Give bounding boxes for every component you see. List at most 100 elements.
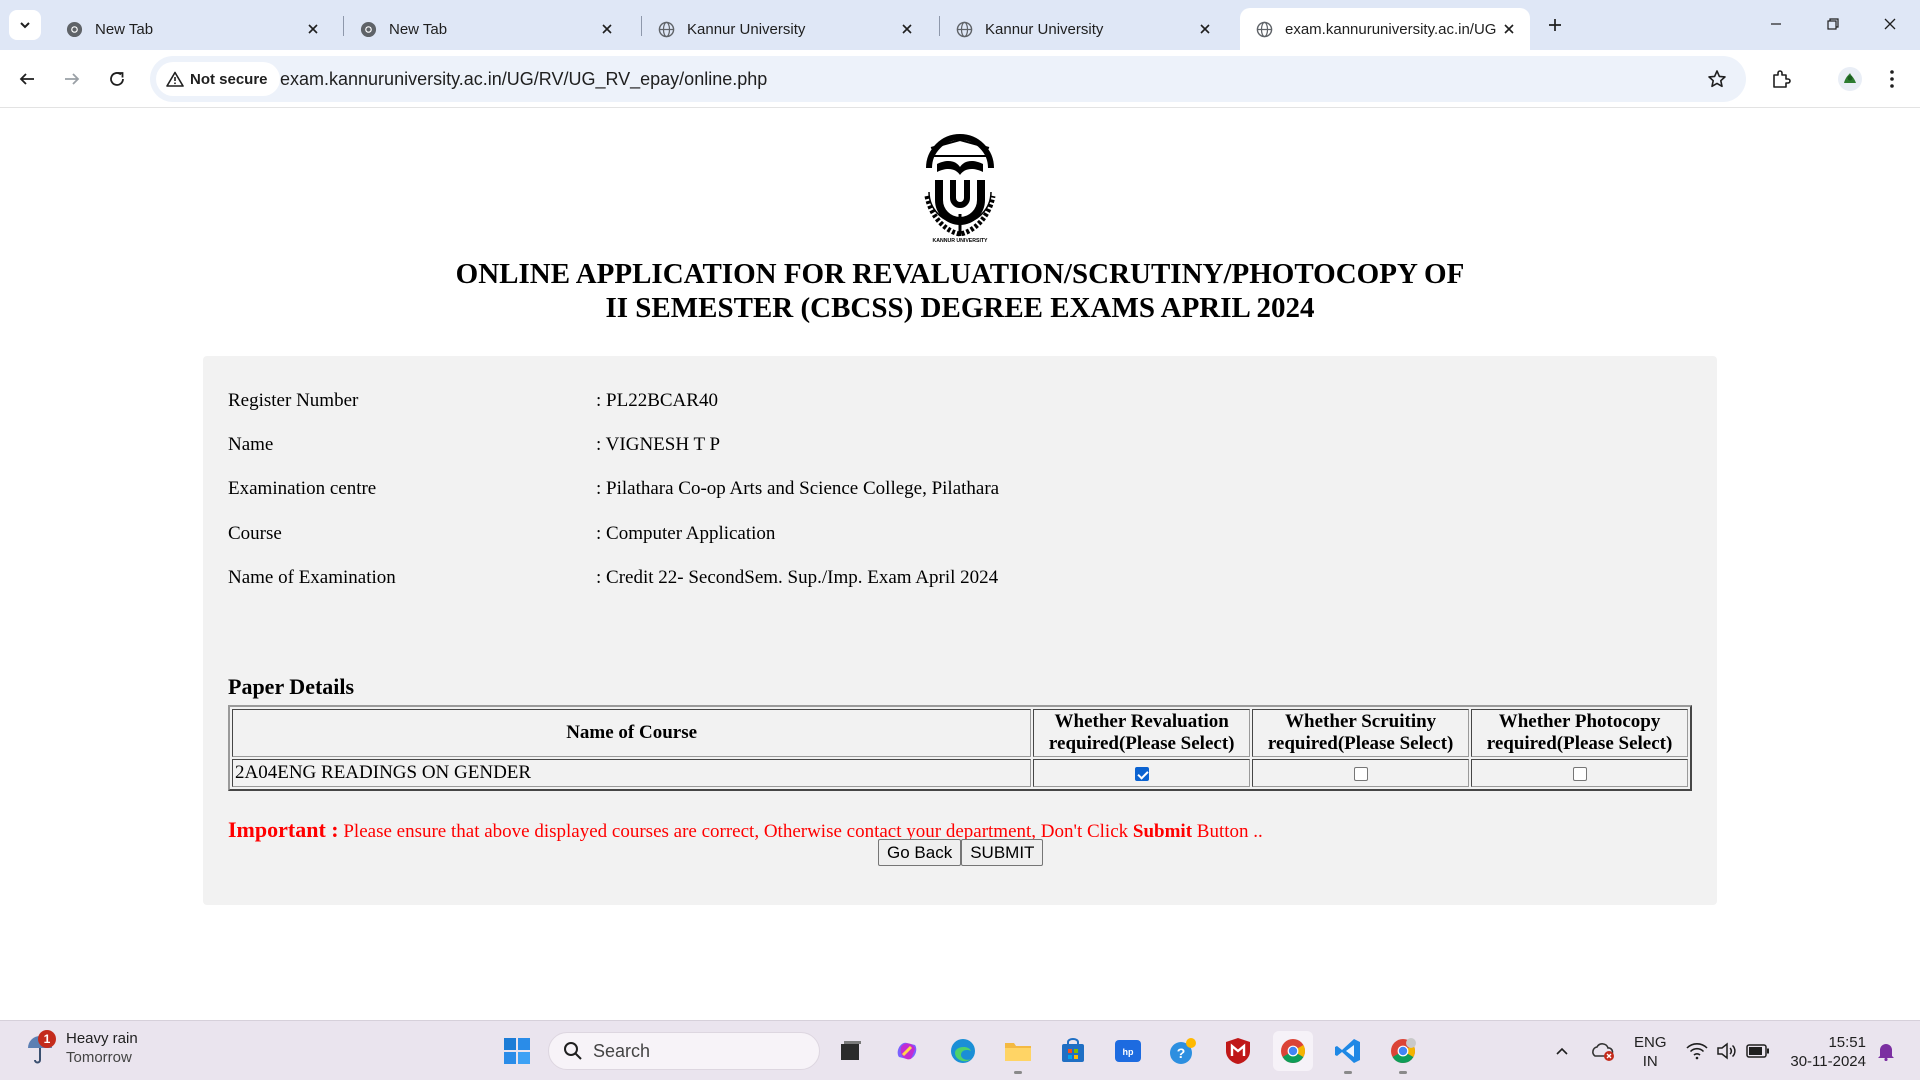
close-tab-button[interactable]	[598, 20, 616, 38]
tab-kannur-university-1[interactable]: Kannur University	[642, 8, 928, 50]
form-button-row: Go Back SUBMIT	[878, 839, 1044, 866]
address-bar[interactable]: Not secure exam.kannuruniversity.ac.in/U…	[150, 56, 1746, 102]
chrome-icon	[1281, 1039, 1305, 1064]
input-language-indicator[interactable]: ENG IN	[1634, 1033, 1667, 1071]
kannur-university-logo: KANNUR UNIVERSITY	[917, 134, 1003, 246]
search-icon	[564, 1042, 582, 1060]
folder-icon	[1005, 1043, 1031, 1061]
name-label: Name	[228, 434, 274, 455]
browser-menu-button[interactable]	[1876, 63, 1908, 95]
name-of-examination-value: : Credit 22- SecondSem. Sup./Imp. Exam A…	[596, 567, 999, 588]
go-back-button[interactable]: Go Back	[878, 839, 962, 866]
close-icon	[1884, 18, 1896, 30]
paper-details-heading: Paper Details	[228, 674, 355, 699]
important-submit-word: Submit	[1132, 821, 1193, 842]
close-tab-button[interactable]	[1500, 20, 1518, 38]
site-security-chip[interactable]: Not secure	[156, 62, 280, 96]
close-tab-button[interactable]	[304, 20, 322, 38]
edge-icon	[951, 1039, 975, 1063]
globe-icon	[1256, 21, 1273, 37]
copilot-button[interactable]	[887, 1031, 927, 1071]
svg-text:hp: hp	[1123, 1047, 1134, 1057]
extensions-button[interactable]	[1765, 63, 1797, 95]
region-code: IN	[1642, 1053, 1658, 1070]
clock-date: 30-11-2024	[1790, 1053, 1866, 1070]
tab-title: exam.kannuruniversity.ac.in/UG	[1285, 20, 1497, 38]
close-icon	[902, 24, 912, 34]
mcafee-button[interactable]	[1218, 1031, 1258, 1071]
close-icon	[602, 24, 612, 34]
restore-window-button[interactable]	[1813, 8, 1853, 40]
task-view-button[interactable]	[831, 1031, 871, 1071]
tab-new-tab-1[interactable]: New Tab	[50, 8, 334, 50]
microsoft-store-button[interactable]	[1053, 1031, 1093, 1071]
taskbar-search[interactable]: Search	[548, 1032, 820, 1070]
table-row: 2A04ENG READINGS ON GENDER	[232, 759, 1688, 787]
globe-icon	[658, 21, 675, 37]
close-tab-button[interactable]	[1196, 20, 1214, 38]
show-hidden-icons-button[interactable]	[1542, 1031, 1582, 1071]
submit-button[interactable]: SUBMIT	[961, 839, 1044, 866]
search-placeholder: Search	[593, 1040, 651, 1061]
page-title-line-1: ONLINE APPLICATION FOR REVALUATION/SCRUT…	[455, 258, 1465, 290]
file-explorer-button[interactable]	[998, 1031, 1038, 1074]
revaluation-checkbox[interactable]	[1134, 766, 1149, 781]
profile-avatar-button[interactable]	[1834, 63, 1866, 95]
tab-search-button[interactable]	[9, 10, 41, 40]
back-button[interactable]	[11, 63, 43, 95]
myhp-button[interactable]: hp	[1108, 1031, 1148, 1071]
reload-icon	[110, 72, 124, 86]
vscode-button[interactable]	[1328, 1031, 1368, 1074]
plus-icon	[1549, 19, 1561, 31]
close-window-button[interactable]	[1870, 8, 1910, 40]
application-form: Register Number : PL22BCAR40 Name : VIGN…	[203, 356, 1717, 905]
column-header-photocopy: Whether Photocopy required(Please Select…	[1471, 709, 1688, 757]
tab-title: Kannur University	[687, 20, 806, 38]
bookmark-button[interactable]	[1702, 64, 1732, 94]
column-header-revaluation: Whether Revaluation required(Please Sele…	[1033, 709, 1251, 757]
rain-umbrella-icon: 1	[22, 1030, 58, 1066]
photocopy-checkbox[interactable]	[1572, 766, 1587, 781]
examination-centre-label: Examination centre	[228, 478, 377, 499]
more-vertical-icon	[1890, 70, 1894, 88]
puzzle-icon	[1773, 70, 1791, 88]
examination-centre-value: : Pilathara Co-op Arts and Science Colle…	[596, 478, 1000, 499]
course-value: : Computer Application	[596, 523, 776, 544]
minimize-window-button[interactable]	[1756, 8, 1796, 40]
start-button[interactable]	[497, 1031, 537, 1071]
forward-button[interactable]	[56, 63, 88, 95]
url-text[interactable]: exam.kannuruniversity.ac.in/UG/RV/UG_RV_…	[280, 69, 767, 90]
new-tab-button[interactable]	[1541, 12, 1569, 38]
language-code: ENG	[1634, 1034, 1667, 1051]
scrutiny-checkbox[interactable]	[1353, 766, 1368, 781]
chrome-profile-button[interactable]	[1383, 1031, 1423, 1074]
close-icon	[1504, 24, 1514, 34]
help-app-button[interactable]: ?	[1163, 1031, 1203, 1071]
task-view-icon	[841, 1041, 861, 1060]
onedrive-status-button[interactable]	[1583, 1031, 1623, 1071]
tab-exam-kannur-active[interactable]: exam.kannuruniversity.ac.in/UG	[1240, 8, 1530, 50]
quick-settings-button[interactable]	[1676, 1031, 1780, 1071]
logo-caption: KANNUR UNIVERSITY	[932, 238, 988, 244]
tab-title: New Tab	[389, 20, 448, 38]
chrome-button[interactable]	[1273, 1031, 1313, 1071]
tab-kannur-university-2[interactable]: Kannur University	[940, 8, 1226, 50]
vscode-icon	[1335, 1039, 1360, 1063]
chevron-up-icon	[1556, 1047, 1568, 1055]
taskbar-clock[interactable]: 15:51 30-11-2024	[1786, 1033, 1866, 1071]
cloud-error-icon	[1592, 1043, 1614, 1061]
edge-button[interactable]	[943, 1031, 983, 1071]
close-icon	[308, 24, 318, 34]
myhp-icon: hp	[1115, 1040, 1141, 1062]
notifications-button[interactable]	[1866, 1031, 1906, 1071]
arrow-right-icon	[65, 73, 80, 85]
important-notice: Important : Please ensure that above dis…	[228, 817, 1263, 843]
reload-button[interactable]	[101, 63, 133, 95]
tab-new-tab-2[interactable]: New Tab	[344, 8, 628, 50]
close-tab-button[interactable]	[898, 20, 916, 38]
browser-toolbar: Not secure exam.kannuruniversity.ac.in/U…	[0, 50, 1920, 108]
chrome-icon	[1391, 1038, 1416, 1064]
weather-widget[interactable]: 1 Heavy rain Tomorrow	[22, 1029, 138, 1067]
restore-icon	[1827, 18, 1839, 30]
weather-subtitle: Tomorrow	[66, 1049, 132, 1066]
